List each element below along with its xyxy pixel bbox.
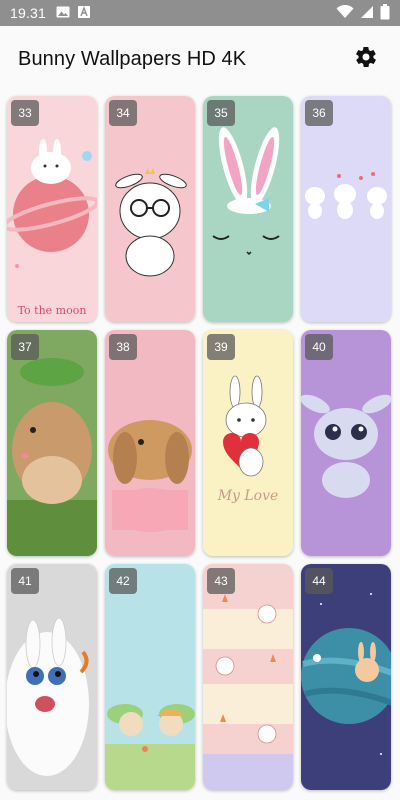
- wallpaper-tile[interactable]: 35: [203, 96, 293, 322]
- wallpaper-tile[interactable]: 39 My Love: [203, 330, 293, 556]
- wifi-icon: [336, 4, 354, 22]
- wallpaper-number: 44: [305, 568, 333, 594]
- wallpaper-number: 35: [207, 100, 235, 126]
- image-icon: [56, 5, 70, 21]
- battery-icon: [380, 3, 390, 23]
- wallpaper-tile[interactable]: 41: [7, 564, 97, 790]
- wallpaper-number: 33: [11, 100, 39, 126]
- font-icon: [78, 5, 91, 21]
- wallpaper-image: [301, 330, 391, 556]
- wallpaper-image: [7, 564, 97, 790]
- wallpaper-image: [105, 564, 195, 790]
- wallpaper-tile[interactable]: 42: [105, 564, 195, 790]
- app-bar: Bunny Wallpapers HD 4K: [0, 26, 400, 92]
- wallpaper-number: 37: [11, 334, 39, 360]
- wallpaper-number: 38: [109, 334, 137, 360]
- wallpaper-tile[interactable]: 33 To the moon: [7, 96, 97, 322]
- wallpaper-tile[interactable]: 38: [105, 330, 195, 556]
- wallpaper-number: 40: [305, 334, 333, 360]
- signal-icon: [360, 5, 374, 22]
- wallpaper-tile[interactable]: 36: [301, 96, 391, 322]
- wallpaper-number: 34: [109, 100, 137, 126]
- wallpaper-image: [105, 96, 195, 322]
- wallpaper-image: [301, 564, 391, 790]
- wallpaper-tile[interactable]: 40: [301, 330, 391, 556]
- wallpaper-number: 41: [11, 568, 39, 594]
- status-time: 19.31: [10, 5, 47, 21]
- wallpaper-number: 36: [305, 100, 333, 126]
- wallpaper-image: [7, 96, 97, 322]
- app-title: Bunny Wallpapers HD 4K: [18, 47, 247, 70]
- gear-icon: [354, 45, 378, 74]
- wallpaper-image: [203, 96, 293, 322]
- wallpaper-caption: My Love: [217, 488, 279, 504]
- wallpaper-caption: To the moon: [17, 304, 87, 317]
- wallpaper-tile[interactable]: 37: [7, 330, 97, 556]
- wallpaper-tile[interactable]: 44: [301, 564, 391, 790]
- wallpaper-image: [105, 330, 195, 556]
- status-bar: 19.31: [0, 0, 400, 26]
- wallpaper-number: 42: [109, 568, 137, 594]
- wallpaper-grid: 33 To the moon 34 35 36 37 38 39 My Love…: [7, 96, 395, 790]
- wallpaper-image: [301, 96, 391, 322]
- wallpaper-image: [203, 564, 293, 790]
- wallpaper-image: [203, 330, 293, 556]
- wallpaper-tile[interactable]: 43: [203, 564, 293, 790]
- wallpaper-number: 43: [207, 568, 235, 594]
- wallpaper-tile[interactable]: 34: [105, 96, 195, 322]
- settings-button[interactable]: [350, 43, 382, 75]
- wallpaper-number: 39: [207, 334, 235, 360]
- wallpaper-image: [7, 330, 97, 556]
